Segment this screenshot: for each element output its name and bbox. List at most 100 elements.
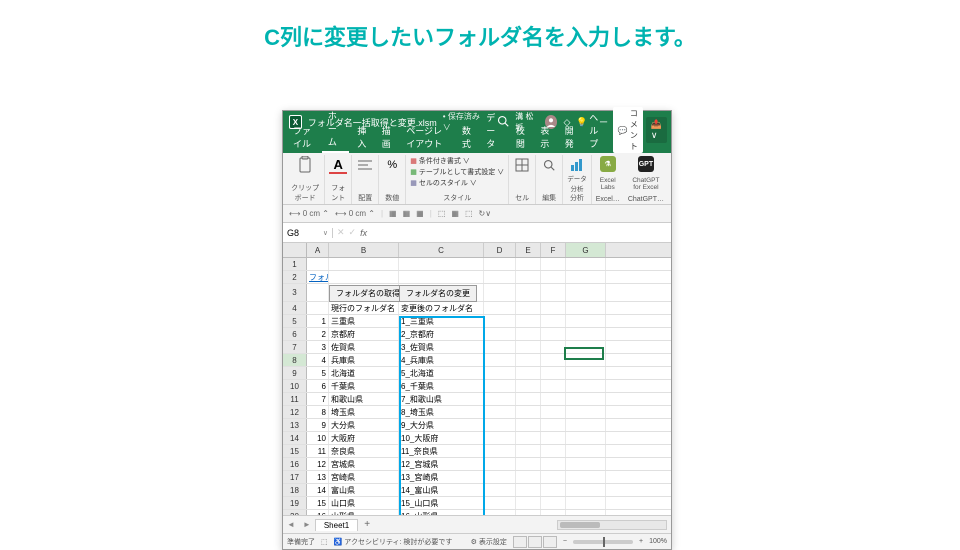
tab-draw[interactable]: 描画 (376, 122, 398, 153)
zoom-out[interactable]: − (563, 538, 567, 545)
ribbon-group-font[interactable]: A フォント (325, 155, 352, 204)
cell[interactable]: 14 (307, 484, 329, 496)
cell[interactable]: 6 (307, 380, 329, 392)
cell[interactable] (484, 458, 516, 470)
col-header-a[interactable]: A (307, 243, 329, 257)
cell[interactable] (484, 354, 516, 366)
cell[interactable] (541, 484, 566, 496)
row-header[interactable]: 7 (283, 341, 307, 353)
cell[interactable]: 1 (307, 315, 329, 327)
tab-developer[interactable]: 開発 (559, 122, 581, 153)
cell[interactable]: 14_富山県 (399, 484, 484, 496)
cell[interactable] (484, 471, 516, 483)
cell[interactable] (484, 497, 516, 509)
cell[interactable] (484, 328, 516, 340)
tab-view[interactable]: 表示 (534, 122, 556, 153)
cell[interactable]: 9_大分県 (399, 419, 484, 431)
cell[interactable]: 11_奈良県 (399, 445, 484, 457)
cell[interactable] (484, 510, 516, 515)
row-header[interactable]: 16 (283, 458, 307, 470)
change-folder-names-button[interactable]: フォルダ名の変更 (399, 285, 477, 302)
cell[interactable] (566, 471, 606, 483)
cell[interactable] (541, 367, 566, 379)
cell[interactable] (516, 406, 541, 418)
cell[interactable] (541, 393, 566, 405)
tab-file[interactable]: ファイル (287, 122, 320, 153)
cell[interactable]: 宮崎県 (329, 471, 399, 483)
row-header[interactable]: 8 (283, 354, 307, 366)
row-header[interactable]: 10 (283, 380, 307, 392)
qat-btn4[interactable]: ⬚ (438, 209, 446, 218)
display-settings[interactable]: ⚙ 表示設定 (471, 537, 507, 547)
cell[interactable] (566, 341, 606, 353)
cell[interactable] (516, 471, 541, 483)
ribbon-group-analysis[interactable]: データ 分析 分析 (563, 155, 592, 204)
cell[interactable] (516, 497, 541, 509)
ribbon-addin-chatgpt[interactable]: GPT ChatGPT for Excel ChatGPT… (624, 155, 668, 204)
cell[interactable]: 9 (307, 419, 329, 431)
col-header-e[interactable]: E (516, 243, 541, 257)
cell-styles-button[interactable]: ▦セルのスタイル ∨ (410, 178, 504, 188)
ribbon-addin-excellabs[interactable]: ⚗ Excel Labs Excel… (592, 155, 624, 204)
cell[interactable]: 1_三重県 (399, 315, 484, 327)
format-as-table-button[interactable]: ▦テーブルとして書式設定 ∨ (410, 167, 504, 177)
col-header-c[interactable]: C (399, 243, 484, 257)
cell[interactable]: 10_大阪府 (399, 432, 484, 444)
share-button[interactable]: 📤∨ (646, 117, 667, 143)
cell[interactable]: 4_兵庫県 (399, 354, 484, 366)
qat-btn3[interactable]: ▦ (416, 209, 424, 218)
sheet-nav-next[interactable]: ► (299, 520, 315, 529)
accessibility-status[interactable]: ♿ アクセシビリティ: 検討が必要です (334, 537, 453, 547)
row-header[interactable]: 9 (283, 367, 307, 379)
cell[interactable] (516, 380, 541, 392)
cell[interactable] (484, 341, 516, 353)
cell[interactable] (541, 328, 566, 340)
qat-btn1[interactable]: ▦ (389, 209, 397, 218)
qat-btn5[interactable]: ▦ (451, 209, 459, 218)
cell[interactable] (516, 458, 541, 470)
cell[interactable] (484, 484, 516, 496)
cell[interactable]: 15_山口県 (399, 497, 484, 509)
cell[interactable]: 13 (307, 471, 329, 483)
cell[interactable] (566, 510, 606, 515)
cell[interactable] (566, 315, 606, 327)
get-folder-names-button[interactable]: フォルダ名の取得 (329, 285, 407, 302)
zoom-slider[interactable] (573, 540, 633, 544)
cell[interactable]: 三重県 (329, 315, 399, 327)
cell[interactable] (541, 354, 566, 366)
cell[interactable] (566, 393, 606, 405)
zoom-in[interactable]: + (639, 538, 643, 545)
cancel-icon[interactable]: ✕ (337, 227, 345, 238)
tab-insert[interactable]: 挿入 (351, 122, 373, 153)
row-header[interactable]: 6 (283, 328, 307, 340)
row-header[interactable]: 19 (283, 497, 307, 509)
cell[interactable] (484, 432, 516, 444)
qat-btn7[interactable]: ↻∨ (479, 209, 492, 218)
cell[interactable]: 兵庫県 (329, 354, 399, 366)
cell[interactable]: 奈良県 (329, 445, 399, 457)
row-header[interactable]: 12 (283, 406, 307, 418)
sheet-tab-1[interactable]: Sheet1 (315, 519, 358, 531)
cell[interactable] (541, 497, 566, 509)
ribbon-group-number[interactable]: % 数値 (379, 155, 406, 204)
cell[interactable]: 3_佐賀県 (399, 341, 484, 353)
col-header-f[interactable]: F (541, 243, 566, 257)
zoom-level[interactable]: 100% (649, 538, 667, 545)
cell[interactable]: 北海道 (329, 367, 399, 379)
cell[interactable] (516, 445, 541, 457)
cell[interactable] (516, 341, 541, 353)
header-new[interactable]: 変更後のフォルダ名 (399, 302, 484, 314)
cell[interactable] (516, 367, 541, 379)
horizontal-scrollbar[interactable] (557, 520, 667, 530)
view-pagebreak[interactable] (543, 536, 557, 548)
cell[interactable]: 富山県 (329, 484, 399, 496)
enter-icon[interactable]: ✓ (349, 227, 357, 238)
cell[interactable]: 11 (307, 445, 329, 457)
cell[interactable]: 2_京都府 (399, 328, 484, 340)
autosave-status[interactable]: • 保存済み ∨ (443, 111, 486, 133)
name-box[interactable]: G8∨ (283, 228, 333, 238)
row-header[interactable]: 13 (283, 419, 307, 431)
fx-icon[interactable]: fx (360, 228, 367, 238)
header-current[interactable]: 現行のフォルダ名 (329, 302, 399, 314)
cell[interactable]: 京都府 (329, 328, 399, 340)
